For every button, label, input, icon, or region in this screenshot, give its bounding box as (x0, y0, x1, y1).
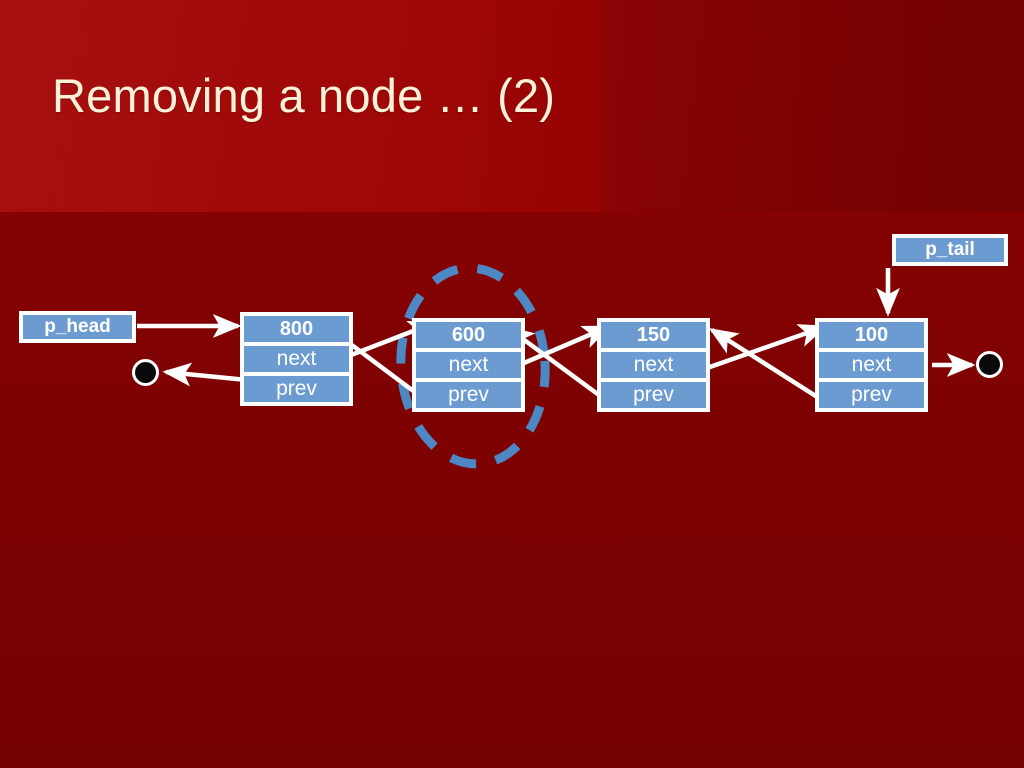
node-prev-field: prev (819, 382, 924, 408)
node-value: 800 (244, 316, 349, 342)
list-node-600[interactable]: 600 next prev (412, 318, 525, 412)
node-value: 100 (819, 322, 924, 348)
list-node-150[interactable]: 150 next prev (597, 318, 710, 412)
node-next-field: next (819, 352, 924, 378)
linked-list-diagram: p_head p_tail 800 next prev 600 next pre… (0, 0, 1024, 768)
null-marker-tail-next (976, 351, 1003, 378)
node-next-field: next (416, 352, 521, 378)
node-value: 600 (416, 322, 521, 348)
pointer-label-p-tail: p_tail (896, 238, 1004, 262)
pointer-box-p-head[interactable]: p_head (19, 311, 136, 343)
node-prev-field: prev (601, 382, 706, 408)
node-prev-field: prev (244, 376, 349, 402)
arrow-node100-prev-to-node150 (708, 328, 824, 402)
pointer-label-p-head: p_head (23, 315, 132, 339)
node-value: 150 (601, 322, 706, 348)
null-marker-head-prev (132, 359, 159, 386)
slide-canvas: Removing a node … (2) p_head p_tail 800 … (0, 0, 1024, 768)
arrow-node150-next-to-node100 (706, 324, 828, 371)
node-next-field: next (601, 352, 706, 378)
node-next-field: next (244, 346, 349, 372)
pointer-box-p-tail[interactable]: p_tail (892, 234, 1008, 266)
list-node-100[interactable]: 100 next prev (815, 318, 928, 412)
node-prev-field: prev (416, 382, 521, 408)
arrow-node600-next-to-node150 (516, 324, 612, 369)
list-node-800[interactable]: 800 next prev (240, 312, 353, 406)
